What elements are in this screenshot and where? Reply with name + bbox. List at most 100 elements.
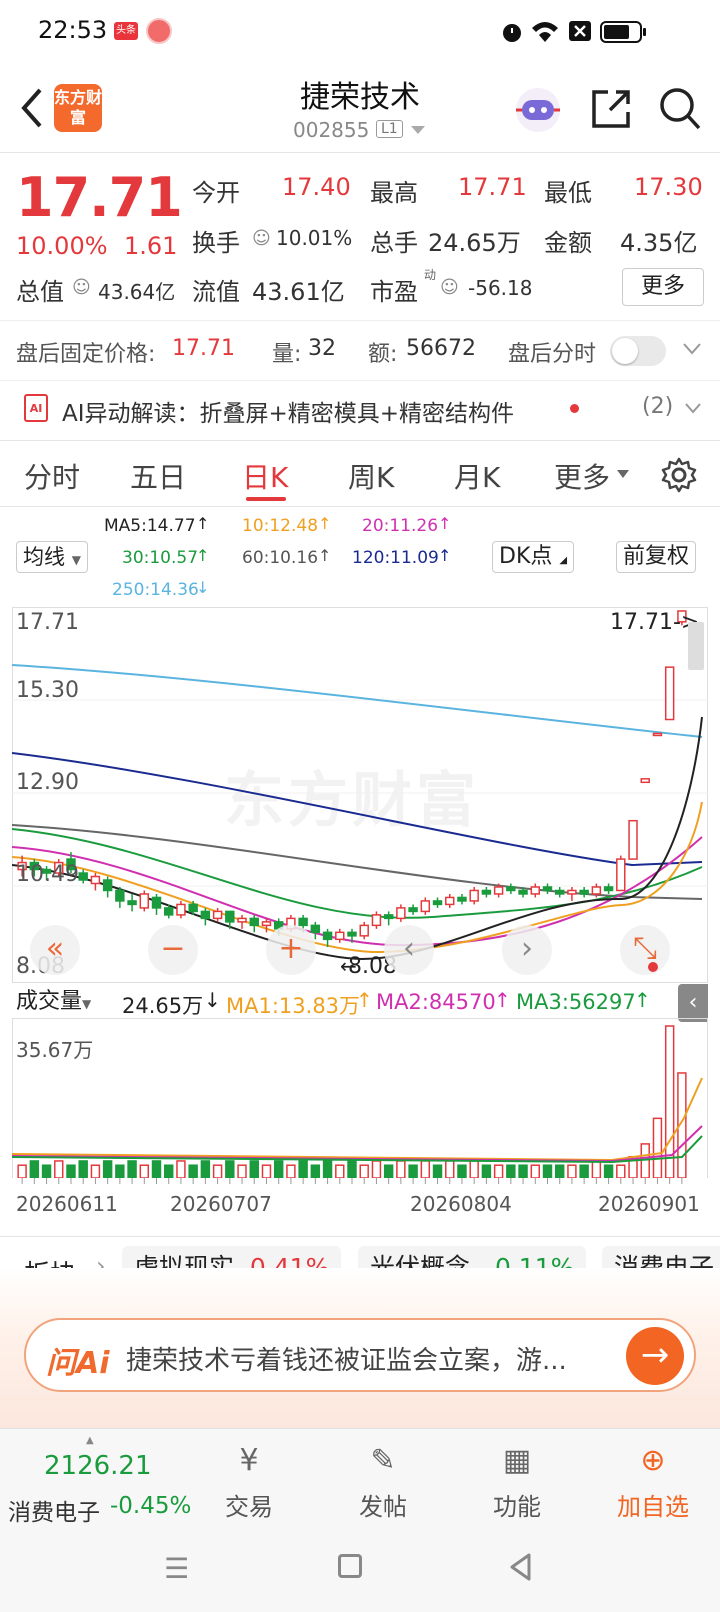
volume-chart[interactable] bbox=[12, 1018, 708, 1178]
volume-bar bbox=[640, 1143, 650, 1178]
unread-dot bbox=[570, 404, 579, 413]
index-change[interactable]: -0.45% bbox=[110, 1493, 191, 1519]
info-icon[interactable]: ☺ bbox=[72, 277, 91, 298]
info-icon[interactable]: ☺ bbox=[440, 277, 459, 298]
collapse-panel-button[interactable]: ‹ bbox=[678, 984, 708, 1022]
candle-body bbox=[481, 889, 492, 895]
candle-body bbox=[298, 917, 308, 927]
nav-post[interactable]: ✎ 发帖 bbox=[328, 1441, 438, 1522]
tab-monthly-k[interactable]: 月K bbox=[454, 456, 500, 496]
candle-body bbox=[310, 924, 321, 934]
nav-add-watchlist[interactable]: ⊕ 加自选 bbox=[598, 1441, 708, 1522]
nav-trade[interactable]: ¥ 交易 bbox=[194, 1441, 304, 1522]
home-icon[interactable] bbox=[338, 1554, 362, 1578]
dk-point-button[interactable]: DK点 ◢ bbox=[492, 541, 575, 573]
after-hours-price-label: 盘后固定价格: bbox=[16, 342, 156, 367]
candle-body bbox=[237, 917, 247, 923]
volume-bar bbox=[335, 1164, 345, 1178]
tab-more-dropdown-icon[interactable] bbox=[616, 468, 630, 480]
volume-bar bbox=[420, 1160, 431, 1178]
candle-body bbox=[616, 858, 626, 892]
dropdown-icon: ▼ bbox=[71, 553, 81, 567]
zoom-in-button[interactable]: + bbox=[266, 925, 316, 975]
candle-body bbox=[628, 819, 638, 860]
info-icon[interactable]: ☺ bbox=[252, 228, 271, 249]
current-price: 17.71 bbox=[16, 166, 183, 229]
nav-functions[interactable]: ▦ 功能 bbox=[462, 1441, 572, 1522]
volume-bar bbox=[408, 1164, 418, 1178]
candle-body bbox=[652, 732, 663, 737]
volume-label: 总手 bbox=[370, 229, 418, 257]
battery-icon bbox=[600, 21, 646, 43]
candle-body bbox=[567, 889, 577, 895]
app-notification-icon bbox=[146, 18, 172, 44]
volume-bar bbox=[151, 1160, 162, 1178]
trade-icon: ¥ bbox=[239, 1443, 259, 1478]
chevron-down-icon[interactable] bbox=[684, 402, 702, 416]
after-hours-amt-label: 额: bbox=[368, 342, 398, 367]
low-value: 17.30 bbox=[634, 173, 703, 201]
volume-bar bbox=[164, 1164, 174, 1178]
zoom-out-button[interactable]: − bbox=[148, 925, 198, 975]
ai-analysis-text[interactable]: AI异动解读：折叠屏+精密模具+精密结构件 bbox=[62, 394, 514, 428]
robot-assistant-icon[interactable] bbox=[514, 86, 562, 134]
volume-bar bbox=[139, 1164, 150, 1178]
status-time: 22:53 bbox=[38, 16, 108, 44]
ma-toggle[interactable]: 均线 ▼ bbox=[16, 541, 88, 573]
index-value[interactable]: 2126.21 bbox=[44, 1451, 152, 1481]
ask-ai-bar[interactable]: 问Ai 捷荣技术亏着钱还被证监会立案，游... → bbox=[24, 1318, 696, 1392]
chevron-down-icon[interactable] bbox=[682, 342, 702, 356]
date-label: 20260707 bbox=[170, 1192, 272, 1216]
tab-five-day[interactable]: 五日 bbox=[130, 456, 186, 496]
settings-gear-icon[interactable] bbox=[660, 456, 698, 494]
scroll-left-button[interactable]: ‹ bbox=[384, 925, 434, 975]
volume-bar bbox=[17, 1164, 27, 1178]
high-value: 17.71 bbox=[458, 173, 527, 201]
arrow-right-icon[interactable]: → bbox=[626, 1327, 684, 1385]
tab-intraday[interactable]: 分时 bbox=[24, 456, 80, 496]
ma5-line bbox=[12, 716, 703, 961]
index-name[interactable]: 消费电子 bbox=[8, 1493, 100, 1527]
tab-daily-k[interactable]: 日K bbox=[242, 456, 288, 496]
volume-bar bbox=[567, 1164, 577, 1178]
change-percent: 10.00% bbox=[16, 232, 108, 260]
share-icon[interactable] bbox=[590, 88, 632, 130]
price-adjust-button[interactable]: 前复权 bbox=[616, 541, 697, 573]
level-badge[interactable]: L1 bbox=[376, 120, 403, 138]
nav-post-label: 发帖 bbox=[359, 1493, 407, 1521]
volume-bar bbox=[616, 1164, 626, 1178]
candle-body bbox=[335, 931, 345, 941]
ai-analysis-count[interactable]: (2) bbox=[642, 394, 673, 419]
arrow-up-icon: ↑ bbox=[634, 988, 651, 1012]
tab-more[interactable]: 更多 bbox=[554, 456, 610, 496]
date-label: 20260611 bbox=[16, 1192, 118, 1216]
arrow-up-icon: ↑ bbox=[494, 988, 511, 1012]
tab-weekly-k[interactable]: 周K bbox=[348, 456, 394, 496]
scroll-left-fast-button[interactable]: « bbox=[30, 925, 80, 975]
divider bbox=[0, 380, 720, 381]
fullscreen-button[interactable]: ⤡ bbox=[620, 925, 670, 975]
date-label: 20260804 bbox=[410, 1192, 512, 1216]
volume-bar bbox=[542, 1164, 553, 1178]
more-button[interactable]: 更多 bbox=[622, 268, 704, 306]
candle-body bbox=[579, 889, 589, 895]
turnover-label: 换手 bbox=[192, 229, 240, 257]
volume-bar bbox=[530, 1164, 540, 1178]
volume-bar bbox=[310, 1164, 321, 1178]
back-triangle-icon[interactable] bbox=[508, 1552, 532, 1582]
candle-body bbox=[445, 896, 455, 906]
level-dropdown-icon[interactable] bbox=[410, 124, 426, 136]
ask-ai-question[interactable]: 捷荣技术亏着钱还被证监会立案，游... bbox=[126, 1340, 596, 1377]
candle-body bbox=[359, 924, 369, 937]
volume-axis-top: 35.67万 bbox=[16, 1038, 94, 1062]
arrow-up-icon: ↑ bbox=[438, 546, 452, 565]
after-hours-toggle[interactable] bbox=[610, 336, 666, 366]
kline-chart[interactable] bbox=[12, 607, 708, 983]
chart-scroll-handle[interactable] bbox=[688, 622, 704, 670]
volume-bar bbox=[359, 1164, 369, 1178]
volume-indicator-select[interactable]: 成交量▼ bbox=[16, 987, 92, 1019]
search-icon[interactable] bbox=[658, 86, 702, 132]
volume-bar bbox=[102, 1160, 113, 1178]
scroll-right-button[interactable]: › bbox=[502, 925, 552, 975]
menu-icon[interactable]: ☰ bbox=[164, 1552, 189, 1585]
